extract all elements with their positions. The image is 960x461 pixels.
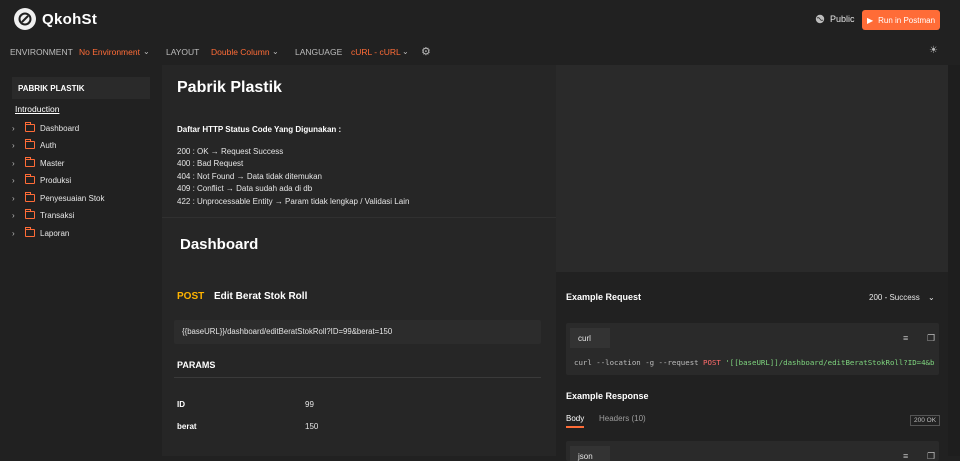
example-response-heading: Example Response <box>566 391 649 401</box>
sidebar: PABRIK PLASTIK Introduction › Dashboard ›… <box>0 65 162 456</box>
sidebar-item-label: Master <box>40 158 65 168</box>
endpoint-name: Edit Berat Stok Roll <box>214 291 308 302</box>
play-icon: ▶ <box>866 15 874 25</box>
chevron-right-icon[interactable]: › <box>12 194 25 203</box>
visibility-label: Public <box>830 14 855 24</box>
status-codes-heading: Daftar HTTP Status Code Yang Digunakan : <box>177 125 342 134</box>
status-code-line: 400 : Bad Request <box>177 159 244 168</box>
theme-toggle-icon[interactable]: ☀ <box>929 45 938 56</box>
status-code-line: 409 : Conflict → Data sudah ada di db <box>177 184 313 193</box>
examples-panel: Example Request 200 - Success ⌄ curl ≡ ❐… <box>556 65 948 461</box>
language-select[interactable]: cURL - cURL <box>351 47 401 57</box>
params-heading: PARAMS <box>177 360 216 370</box>
endpoint-url[interactable]: {{baseURL}}/dashboard/editBeratStokRoll?… <box>174 320 541 344</box>
sidebar-item-produksi[interactable]: › Produksi <box>12 173 71 187</box>
code-language-tab[interactable]: curl <box>570 328 610 348</box>
top-bar: QkohSt Public ▶ Run in Postman <box>0 0 960 40</box>
folder-icon <box>25 192 35 202</box>
code-url: '[[baseURL]]/dashboard/editBeratStokRoll… <box>725 358 935 367</box>
param-key: ID <box>177 400 185 409</box>
chevron-right-icon[interactable]: › <box>12 211 25 220</box>
run-button-label: Run in Postman <box>878 15 936 25</box>
param-value: 99 <box>305 400 314 409</box>
status-code-line: 404 : Not Found → Data tidak ditemukan <box>177 172 322 181</box>
response-code-block[interactable]: json ≡ ❐ <box>566 441 939 461</box>
chevron-right-icon[interactable]: › <box>12 159 25 168</box>
sidebar-item-label: Produksi <box>40 175 72 185</box>
layout-label: LAYOUT <box>166 47 200 57</box>
tab-body[interactable]: Body <box>566 414 584 423</box>
sidebar-item-label: Penyesuaian Stok <box>40 193 105 203</box>
folder-icon <box>25 139 35 149</box>
chevron-right-icon[interactable]: › <box>12 229 25 238</box>
response-language-tab[interactable]: json <box>570 446 610 461</box>
request-code-line: curl --location -g --request POST '[[bas… <box>574 358 934 367</box>
params-divider <box>174 377 541 378</box>
param-key: berat <box>177 422 197 431</box>
sidebar-item-laporan[interactable]: › Laporan <box>12 226 69 240</box>
active-tab-indicator <box>566 426 584 428</box>
chevron-down-icon[interactable]: ⌄ <box>402 47 409 56</box>
folder-icon <box>25 209 35 219</box>
run-in-postman-button[interactable]: ▶ Run in Postman <box>862 10 940 30</box>
page-title: Pabrik Plastik <box>177 79 282 96</box>
sidebar-item-penyesuaian-stok[interactable]: › Penyesuaian Stok <box>12 191 105 205</box>
copy-icon[interactable]: ❐ <box>927 333 935 344</box>
wrap-lines-icon[interactable]: ≡ <box>903 451 908 461</box>
sidebar-item-label: Transaksi <box>40 210 75 220</box>
scrollbar-track[interactable] <box>948 65 960 456</box>
folder-icon <box>25 122 35 132</box>
status-code-line: 422 : Unprocessable Entity → Param tidak… <box>177 197 410 206</box>
folder-icon <box>25 157 35 167</box>
section-divider <box>162 217 556 218</box>
chevron-right-icon[interactable]: › <box>12 141 25 150</box>
examples-placeholder <box>556 65 948 272</box>
copy-icon[interactable]: ❐ <box>927 451 935 461</box>
documentation-panel: Pabrik Plastik Daftar HTTP Status Code Y… <box>162 65 556 456</box>
visibility-indicator: Public <box>815 14 855 24</box>
example-select[interactable]: 200 - Success ⌄ <box>869 293 935 302</box>
collection-title[interactable]: PABRIK PLASTIK <box>12 77 150 99</box>
code-command: curl --location -g --request <box>574 358 704 367</box>
sidebar-item-auth[interactable]: › Auth <box>12 138 56 152</box>
layout-select[interactable]: Double Column <box>211 47 270 57</box>
language-label: LANGUAGE <box>295 47 343 57</box>
sidebar-item-dashboard[interactable]: › Dashboard <box>12 121 79 135</box>
param-value: 150 <box>305 422 319 431</box>
http-method-badge: POST <box>177 291 205 302</box>
sidebar-item-introduction[interactable]: Introduction <box>15 104 59 114</box>
environment-label: ENVIRONMENT <box>10 47 73 57</box>
globe-icon <box>815 14 825 24</box>
sidebar-item-label: Laporan <box>40 228 70 238</box>
chevron-down-icon[interactable]: ⌄ <box>272 47 279 56</box>
brand-name[interactable]: QkohSt <box>42 11 97 28</box>
folder-icon <box>25 227 35 237</box>
sidebar-item-master[interactable]: › Master <box>12 156 64 170</box>
chevron-down-icon[interactable]: ⌄ <box>143 47 150 56</box>
tab-headers[interactable]: Headers (10) <box>599 414 646 423</box>
gear-icon[interactable]: ⚙ <box>421 45 431 58</box>
settings-bar: ENVIRONMENT No Environment ⌄ LAYOUT Doub… <box>0 40 960 65</box>
sidebar-item-transaksi[interactable]: › Transaksi <box>12 208 74 222</box>
example-request-heading: Example Request <box>566 292 642 302</box>
sidebar-item-label: Auth <box>40 140 57 150</box>
chevron-down-icon: ⌄ <box>927 293 935 302</box>
status-code-line: 200 : OK → Request Success <box>177 147 284 156</box>
status-badge: 200 OK <box>910 415 941 426</box>
sidebar-item-label: Dashboard <box>40 123 80 133</box>
request-code-block[interactable]: curl ≡ ❐ curl --location -g --request PO… <box>566 323 939 375</box>
wrap-lines-icon[interactable]: ≡ <box>903 333 908 343</box>
folder-icon <box>25 174 35 184</box>
chevron-right-icon[interactable]: › <box>12 176 25 185</box>
environment-select[interactable]: No Environment <box>79 47 140 57</box>
logo-icon[interactable] <box>14 8 36 30</box>
chevron-right-icon[interactable]: › <box>12 124 25 133</box>
example-select-label: 200 - Success <box>869 293 920 302</box>
code-method: POST <box>703 358 721 367</box>
folder-title: Dashboard <box>180 236 259 253</box>
